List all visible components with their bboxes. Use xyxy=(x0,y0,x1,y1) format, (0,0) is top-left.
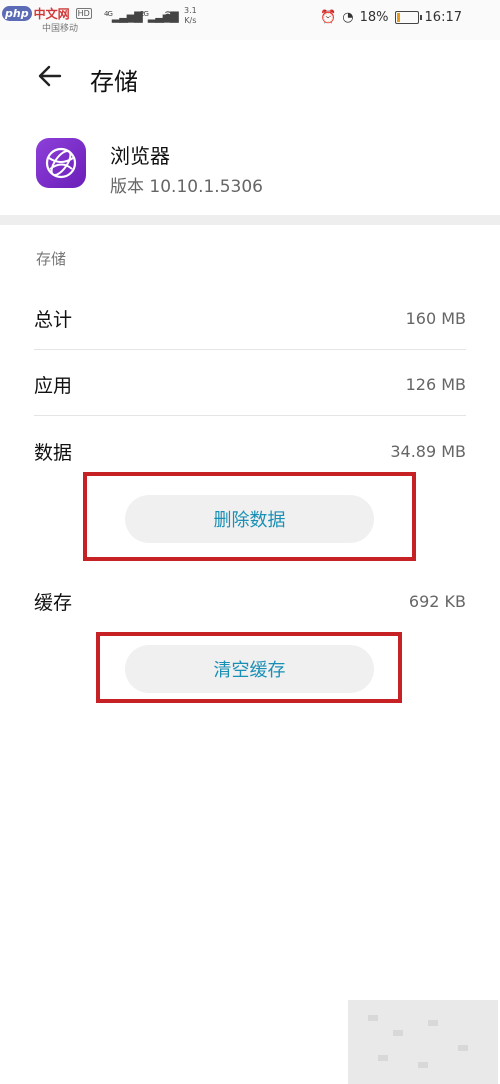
row-value: 692 KB xyxy=(408,591,466,611)
data-saver-icon: ◔ xyxy=(342,10,354,25)
storage-row-app: 应用 126 MB xyxy=(34,364,466,404)
storage-row-total: 总计 160 MB xyxy=(34,298,466,338)
browser-globe-icon xyxy=(36,138,86,188)
network-type-1: 4G xyxy=(104,10,113,18)
status-bar: php 中文网 HD 中国移动 4G▂▃▅▇ 2G▂▃▅▇ ≋ 3.1 K/s … xyxy=(0,0,500,40)
section-title: 存储 xyxy=(36,250,67,268)
row-divider xyxy=(34,415,466,416)
network-speed: 3.1 K/s xyxy=(184,6,197,26)
clock: 16:17 xyxy=(424,10,462,25)
speed-unit: K/s xyxy=(184,16,197,25)
page-title: 存储 xyxy=(90,68,138,96)
section-divider xyxy=(0,215,500,225)
row-divider xyxy=(34,349,466,350)
watermark-php: php xyxy=(2,5,32,21)
clear-cache-button[interactable]: 清空缓存 xyxy=(125,645,374,693)
hd-badge: HD xyxy=(75,7,92,19)
row-label: 总计 xyxy=(34,308,73,331)
row-label: 缓存 xyxy=(34,591,73,614)
battery-fill xyxy=(396,13,401,22)
watermark-site: 中文网 xyxy=(33,6,70,21)
row-value: 34.89 MB xyxy=(390,441,466,461)
back-arrow-icon[interactable] xyxy=(36,62,64,90)
app-name: 浏览器 xyxy=(110,144,170,168)
alarm-icon: ⏰ xyxy=(320,10,337,25)
status-right: ⏰ ◔ 18% 16:17 xyxy=(320,10,462,25)
wifi-icon: ≋ xyxy=(164,8,175,23)
row-label: 应用 xyxy=(34,374,73,397)
blurred-watermark xyxy=(348,1000,498,1084)
carrier-name: 中国移动 xyxy=(42,24,79,34)
app-bar: 存储 xyxy=(0,50,500,106)
storage-row-cache: 缓存 692 KB xyxy=(34,581,466,621)
row-value: 160 MB xyxy=(405,308,466,328)
clear-data-button[interactable]: 删除数据 xyxy=(125,495,374,543)
battery-percent: 18% xyxy=(359,10,389,25)
network-type-2: 2G xyxy=(140,10,149,18)
row-value: 126 MB xyxy=(405,374,466,394)
app-version: 版本 10.10.1.5306 xyxy=(110,177,263,197)
storage-row-data: 数据 34.89 MB xyxy=(34,431,466,471)
row-label: 数据 xyxy=(34,441,73,464)
battery-icon xyxy=(394,11,422,24)
speed-value: 3.1 xyxy=(184,6,197,15)
signal-icon-1: 4G▂▃▅▇ xyxy=(104,10,143,23)
